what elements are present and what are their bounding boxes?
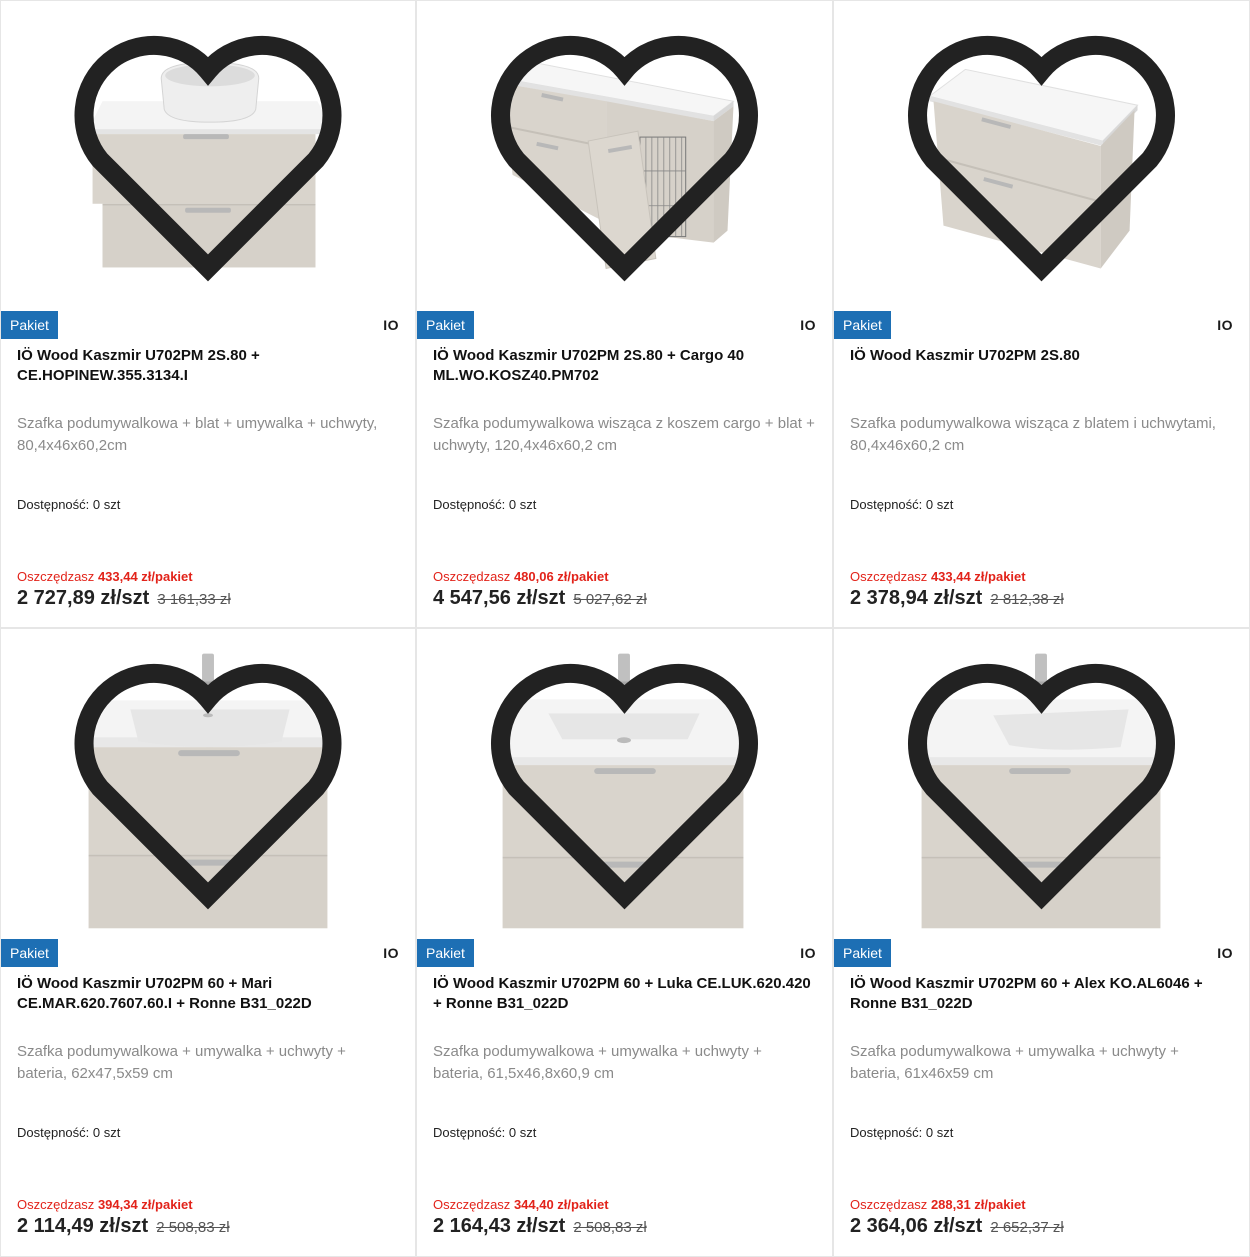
product-image[interactable] [417,629,832,934]
availability: Dostępność: 0 szt [850,497,954,512]
savings-value: 433,44 zł/pakiet [97,569,193,584]
price-row: 2 114,49 zł/szt 2 508,83 zł [17,1215,230,1238]
old-price: 3 161,33 zł [157,591,231,608]
savings-label: Oszczędzasz [17,569,95,584]
product-description: Szafka podumywalkowa + umywalka + uchwyt… [17,1043,346,1082]
product-title[interactable]: IÖ Wood Kaszmir U702PM 2S.80 + Cargo 40 … [433,346,816,386]
savings-value: 433,44 zł/pakiet [930,569,1026,584]
price: 2 164,43 zł/szt [433,1215,566,1237]
availability: Dostępność: 0 szt [17,1125,121,1140]
savings: Oszczędzasz 433,44 zł/pakiet [850,569,1026,584]
price-row: 2 164,43 zł/szt 2 508,83 zł [433,1215,647,1238]
brand-label: IO [1217,317,1233,333]
heart-icon[interactable] [417,629,832,934]
product-card[interactable]: Pakiet IO IÖ Wood Kaszmir U702PM 60 + Al… [833,628,1250,1257]
heart-icon[interactable] [1,1,415,306]
savings-label: Oszczędzasz [17,1197,95,1212]
availability: Dostępność: 0 szt [17,497,121,512]
product-card[interactable]: Pakiet IO IÖ Wood Kaszmir U702PM 60 + Ma… [0,628,416,1257]
product-image[interactable] [834,629,1249,934]
product-card[interactable]: Pakiet IO IÖ Wood Kaszmir U702PM 2S.80 S… [833,0,1250,628]
product-title[interactable]: IÖ Wood Kaszmir U702PM 60 + Mari CE.MAR.… [17,974,399,1014]
savings-label: Oszczędzasz [433,569,511,584]
price: 4 547,56 zł/szt [433,587,566,609]
savings: Oszczędzasz 480,06 zł/pakiet [433,569,609,584]
savings: Oszczędzasz 394,34 zł/pakiet [17,1197,193,1212]
product-image[interactable] [1,1,415,306]
heart-icon[interactable] [1,629,415,934]
product-description: Szafka podumywalkowa wisząca z koszem ca… [433,415,815,454]
price-row: 4 547,56 zł/szt 5 027,62 zł [433,587,647,610]
old-price: 2 652,37 zł [990,1219,1064,1236]
heart-icon[interactable] [417,1,832,306]
product-grid: Pakiet IO IÖ Wood Kaszmir U702PM 2S.80 +… [0,0,1250,1257]
product-description: Szafka podumywalkowa + umywalka + uchwyt… [850,1043,1179,1082]
package-badge: Pakiet [417,939,474,967]
price: 2 727,89 zł/szt [17,587,150,609]
price: 2 378,94 zł/szt [850,587,983,609]
product-card[interactable]: Pakiet IO IÖ Wood Kaszmir U702PM 2S.80 +… [416,0,833,628]
availability: Dostępność: 0 szt [433,497,537,512]
old-price: 2 508,83 zł [573,1219,647,1236]
price-row: 2 727,89 zł/szt 3 161,33 zł [17,587,231,610]
heart-icon[interactable] [834,629,1249,934]
old-price: 2 508,83 zł [156,1219,230,1236]
availability: Dostępność: 0 szt [850,1125,954,1140]
brand-label: IO [800,945,816,961]
product-image[interactable] [1,629,415,934]
product-title[interactable]: IÖ Wood Kaszmir U702PM 2S.80 [850,346,1233,366]
savings: Oszczędzasz 433,44 zł/pakiet [17,569,193,584]
price-row: 2 378,94 zł/szt 2 812,38 zł [850,587,1064,610]
savings: Oszczędzasz 288,31 zł/pakiet [850,1197,1026,1212]
savings-label: Oszczędzasz [850,569,928,584]
savings-value: 288,31 zł/pakiet [930,1197,1026,1212]
savings-value: 480,06 zł/pakiet [513,569,609,584]
product-description: Szafka podumywalkowa + umywalka + uchwyt… [433,1043,762,1082]
brand-label: IO [800,317,816,333]
brand-label: IO [383,945,399,961]
product-card[interactable]: Pakiet IO IÖ Wood Kaszmir U702PM 2S.80 +… [0,0,416,628]
product-title[interactable]: IÖ Wood Kaszmir U702PM 60 + Alex KO.AL60… [850,974,1233,1014]
package-badge: Pakiet [417,311,474,339]
availability: Dostępność: 0 szt [433,1125,537,1140]
product-title[interactable]: IÖ Wood Kaszmir U702PM 2S.80 + CE.HOPINE… [17,346,399,386]
package-badge: Pakiet [834,311,891,339]
package-badge: Pakiet [1,939,58,967]
old-price: 5 027,62 zł [573,591,647,608]
heart-icon[interactable] [834,1,1249,306]
package-badge: Pakiet [1,311,58,339]
savings-label: Oszczędzasz [433,1197,511,1212]
savings: Oszczędzasz 344,40 zł/pakiet [433,1197,609,1212]
product-description: Szafka podumywalkowa + blat + umywalka +… [17,415,378,454]
package-badge: Pakiet [834,939,891,967]
savings-value: 344,40 zł/pakiet [513,1197,609,1212]
product-image[interactable] [834,1,1249,306]
price: 2 114,49 zł/szt [17,1215,149,1237]
brand-label: IO [1217,945,1233,961]
product-title[interactable]: IÖ Wood Kaszmir U702PM 60 + Luka CE.LUK.… [433,974,816,1014]
savings-value: 394,34 zł/pakiet [97,1197,193,1212]
old-price: 2 812,38 zł [990,591,1064,608]
product-card[interactable]: Pakiet IO IÖ Wood Kaszmir U702PM 60 + Lu… [416,628,833,1257]
price-row: 2 364,06 zł/szt 2 652,37 zł [850,1215,1064,1238]
price: 2 364,06 zł/szt [850,1215,983,1237]
product-image[interactable] [417,1,832,306]
brand-label: IO [383,317,399,333]
product-description: Szafka podumywalkowa wisząca z blatem i … [850,415,1216,454]
savings-label: Oszczędzasz [850,1197,928,1212]
